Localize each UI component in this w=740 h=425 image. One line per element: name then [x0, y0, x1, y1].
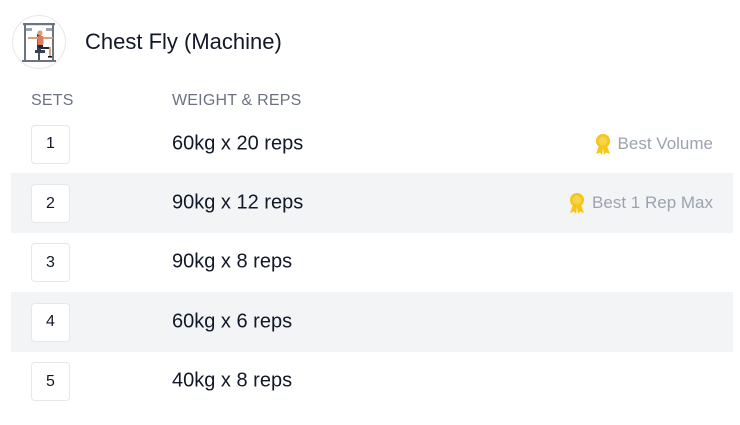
exercise-header: Chest Fly (Machine): [12, 15, 282, 69]
badge-label: Best Volume: [617, 133, 713, 153]
personal-record-badge: Best 1 Rep Max: [567, 192, 713, 215]
weight-reps-value: 40kg x 8 reps: [172, 369, 293, 392]
table-row: 5 40kg x 8 reps: [11, 352, 733, 411]
weight-reps-value: 90kg x 8 reps: [172, 250, 293, 273]
table-row: 1 60kg x 20 reps Best Volume: [11, 114, 733, 173]
set-number[interactable]: 3: [31, 243, 70, 283]
chest-fly-machine-icon: [22, 23, 56, 62]
weight-reps-column-header: WEIGHT & REPS: [172, 92, 302, 109]
set-number[interactable]: 4: [31, 302, 70, 342]
weight-reps-value: 60kg x 20 reps: [172, 132, 304, 155]
badge-label: Best 1 Rep Max: [592, 193, 713, 213]
table-row: 3 90kg x 8 reps: [11, 233, 733, 292]
set-number[interactable]: 2: [31, 184, 70, 224]
sets-column-header: SETS: [31, 92, 74, 109]
medal-icon: [570, 193, 585, 215]
exercise-card: Chest Fly (Machine) SETS WEIGHT & REPS 1…: [0, 0, 740, 425]
personal-record-badge: Best Volume: [593, 133, 713, 155]
set-number[interactable]: 1: [31, 124, 70, 164]
weight-reps-value: 60kg x 6 reps: [172, 310, 293, 333]
exercise-title: Chest Fly (Machine): [85, 29, 282, 54]
weight-reps-value: 90kg x 12 reps: [172, 191, 304, 214]
exercise-thumbnail[interactable]: [12, 15, 66, 69]
set-number[interactable]: 5: [31, 362, 70, 402]
medal-icon: [595, 133, 610, 155]
table-row: 2 90kg x 12 reps Best 1 Rep Max: [11, 173, 733, 233]
sets-table: 1 60kg x 20 reps Best Volume 2 90kg x 12…: [11, 114, 733, 411]
table-row: 4 60kg x 6 reps: [11, 292, 733, 352]
